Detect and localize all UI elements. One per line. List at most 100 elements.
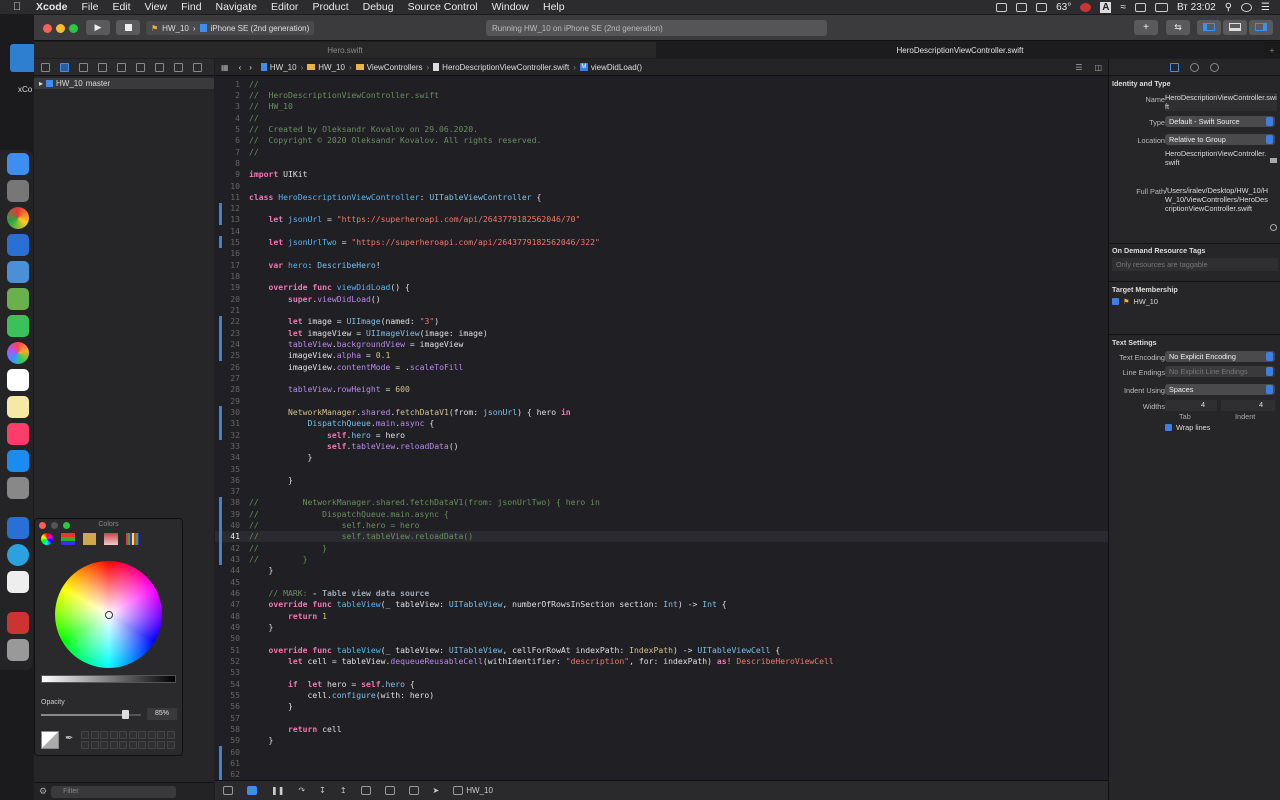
saved-color-cell[interactable] [119,740,127,749]
line-number[interactable]: 58 [215,724,240,734]
maps-icon[interactable] [7,288,29,310]
code-line[interactable]: 17 var hero: DescribeHero! [215,259,1108,270]
change-indicator-bar[interactable] [219,745,222,780]
code-line[interactable]: 57 [215,712,1108,723]
saved-color-cell[interactable] [81,740,89,749]
line-number[interactable]: 52 [215,656,240,666]
step-out-icon[interactable]: ↥ [340,786,347,795]
code-line[interactable]: 35 [215,463,1108,474]
line-number[interactable]: 26 [215,362,240,372]
photos-icon[interactable] [7,342,29,364]
related-items-icon[interactable]: ▦ [215,63,235,72]
saved-color-cell[interactable] [119,731,127,739]
saved-color-cell[interactable] [81,731,89,739]
code-review-button[interactable]: ⇆ [1166,20,1190,35]
line-number[interactable]: 5 [215,124,240,134]
breadcrumb-method[interactable]: MviewDidLoad() [577,63,645,72]
change-indicator-bar[interactable] [219,202,222,226]
debug-icon[interactable] [155,62,164,72]
color-sliders-mode-icon[interactable] [61,533,75,545]
code-line[interactable]: 43// } [215,553,1108,564]
wrap-lines-row[interactable]: Wrap lines [1165,423,1210,432]
menu-file[interactable]: File [75,1,106,13]
color-wheel-mode-icon[interactable] [41,533,53,545]
line-number[interactable]: 55 [215,690,240,700]
search-icon[interactable] [98,62,107,72]
desktop-folder-icon[interactable] [10,44,36,72]
add-tab-button[interactable]: + [1264,42,1280,58]
saved-color-cell[interactable] [109,731,118,739]
code-line[interactable]: 52 let cell = tableView.dequeueReusableC… [215,655,1108,666]
debug-target[interactable]: HW_10 [453,786,493,795]
line-number[interactable]: 37 [215,486,240,496]
saved-color-cell[interactable] [109,740,118,749]
view-hierarchy-icon[interactable] [360,786,371,795]
line-number[interactable]: 46 [215,588,240,598]
facetime-icon[interactable] [7,315,29,337]
code-line[interactable]: 13 let jsonUrl = "https://superheroapi.c… [215,214,1108,225]
code-line[interactable]: 45 [215,576,1108,587]
xcode-instruments-icon[interactable] [7,517,29,539]
pencils-mode-icon[interactable] [126,533,139,545]
memory-graph-icon[interactable] [384,786,395,795]
input-source-indicator[interactable]: A [1100,1,1112,13]
siri-icon[interactable] [1241,2,1253,12]
code-line[interactable]: 12 [215,203,1108,214]
textedit-icon[interactable] [7,571,29,593]
line-number[interactable]: 16 [215,248,240,258]
weather-temperature[interactable]: 63° [1056,2,1071,13]
report-icon[interactable] [193,62,202,72]
line-number[interactable]: 11 [215,192,240,202]
saved-color-cell[interactable] [90,740,99,749]
line-number[interactable]: 21 [215,305,240,315]
code-line[interactable]: 40// self.hero = hero [215,519,1108,530]
folder-icon[interactable] [41,62,50,72]
line-number[interactable]: 7 [215,147,240,157]
preview-icon[interactable] [7,261,29,283]
saved-color-cell[interactable] [157,731,165,739]
saved-color-cell[interactable] [90,731,99,739]
menu-find[interactable]: Find [174,1,208,13]
editor-options-icon[interactable]: ☰ [1075,63,1094,72]
code-line[interactable]: 33 self.tableView.reloadData() [215,440,1108,451]
line-number[interactable]: 49 [215,622,240,632]
saved-color-cell[interactable] [100,740,108,749]
line-number[interactable]: 48 [215,611,240,621]
code-line[interactable]: 16 [215,248,1108,259]
forward-arrow-icon[interactable]: › [245,63,258,72]
code-line[interactable]: 1 // [215,78,1108,89]
toggle-inspector-button[interactable] [1249,20,1273,35]
line-number[interactable]: 45 [215,577,240,587]
line-number[interactable]: 14 [215,226,240,236]
code-line[interactable]: 37 [215,486,1108,497]
step-over-icon[interactable]: ↷ [298,786,305,795]
pause-icon[interactable]: ❚❚ [271,786,284,795]
code-line[interactable]: 6 // Copyright © 2020 Oleksandr Kovalov. … [215,135,1108,146]
code-line[interactable]: 11 class HeroDescriptionViewController: U… [215,191,1108,202]
stop-button[interactable] [116,20,140,35]
line-number[interactable]: 54 [215,679,240,689]
line-number[interactable]: 29 [215,396,240,406]
code-line[interactable]: 32 self.hero = hero [215,429,1108,440]
reveal-in-finder-icon[interactable] [1270,224,1277,231]
saved-color-cell[interactable] [128,731,137,739]
checkbox-checked-icon[interactable] [1112,298,1119,305]
change-indicator-bar[interactable] [219,315,222,361]
code-line[interactable]: 3 // HW_10 [215,101,1108,112]
step-into-icon[interactable]: ↧ [319,786,326,795]
telegram-icon[interactable] [7,544,29,566]
menu-help[interactable]: Help [536,1,572,13]
trash-icon[interactable] [7,639,29,661]
source-editor[interactable]: 1 // 2 // HeroDescriptionViewController.swi… [215,76,1108,780]
line-number[interactable]: 10 [215,181,240,191]
menu-product[interactable]: Product [305,1,355,13]
line-number[interactable]: 35 [215,464,240,474]
code-line[interactable]: 58 return cell [215,723,1108,734]
menu-edit[interactable]: Edit [105,1,137,13]
line-endings-popup[interactable]: No Explicit Line Endings [1165,366,1275,377]
code-line[interactable]: 24 tableView.backgroundView = imageView [215,338,1108,349]
library-button[interactable]: + [1134,20,1158,35]
apple-menu-icon[interactable]:  [13,1,27,13]
breadcrumb-folder[interactable]: ViewControllers [353,63,426,72]
code-line[interactable]: 31 DispatchQueue.main.async { [215,418,1108,429]
